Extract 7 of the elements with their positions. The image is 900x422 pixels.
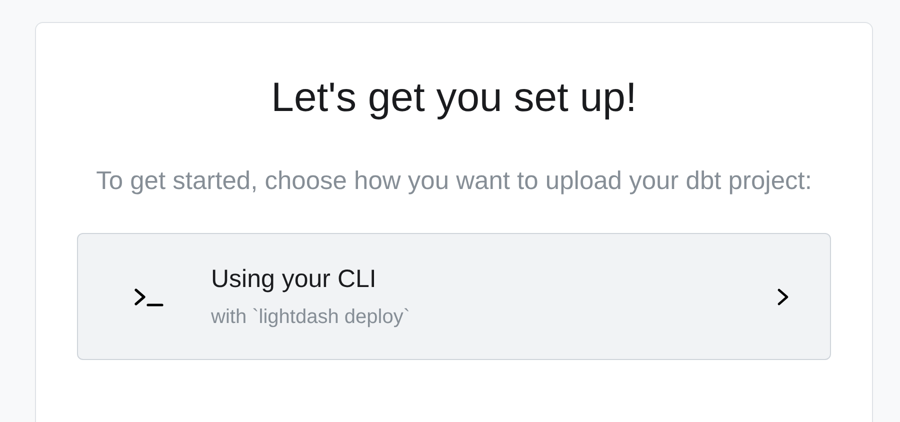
instructions-text: To get started, choose how you want to upload your dbt project: [95, 166, 813, 197]
option-description: with `lightdash deploy` [211, 306, 411, 328]
upload-option-button[interactable]: Using your CLI with `lightdash deploy` [77, 233, 831, 360]
terminal-icon [134, 286, 164, 306]
chevron-right-icon [776, 286, 790, 306]
option-title: Using your CLI [211, 264, 378, 294]
page-title: Let's get you set up! [270, 73, 638, 122]
